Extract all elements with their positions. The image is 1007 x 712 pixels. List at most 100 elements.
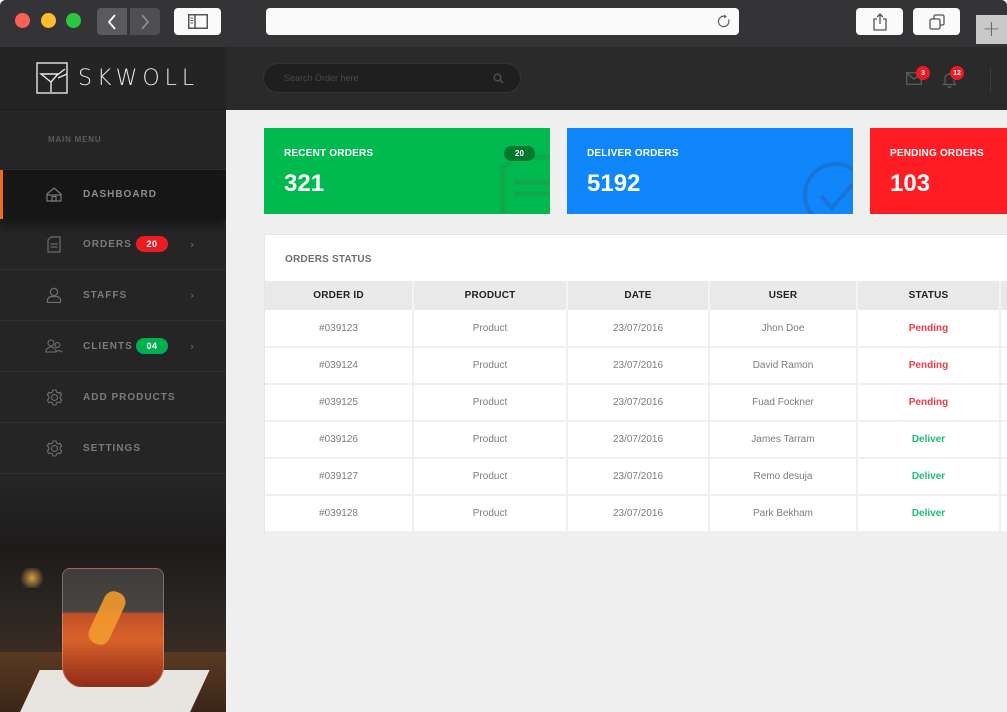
back-button[interactable] (97, 8, 127, 35)
maximize-window-button[interactable] (66, 13, 81, 28)
status-cell: Pending (857, 384, 1001, 422)
sidebar-item-label: CLIENTS (83, 340, 133, 352)
sidebar-item-orders[interactable]: ORDERS 20 › (0, 219, 226, 270)
product-cell: Product (413, 495, 568, 533)
product-cell: Product (413, 384, 568, 422)
recent-orders-card[interactable]: RECENT ORDERS 321 20 (264, 128, 550, 214)
mail-count-badge: 3 (916, 66, 930, 80)
product-cell: Product (413, 421, 568, 459)
sidebar-item-label: ORDERS (83, 238, 132, 250)
orders-table: ORDER ID PRODUCT DATE USER STATUS #03912… (265, 281, 1007, 533)
sidebar-item-add-products[interactable]: ADD PRODUCTS (0, 372, 226, 423)
minimize-window-button[interactable] (41, 13, 56, 28)
status-cell: Deliver (857, 495, 1001, 533)
extra-cell (1000, 347, 1007, 385)
extra-cell (1000, 310, 1007, 348)
status-cell: Pending (857, 310, 1001, 348)
card-title: PENDING ORDERS (890, 148, 984, 159)
card-value: 103 (890, 170, 931, 197)
top-bar: 3 12 (226, 47, 1007, 110)
search-bar[interactable] (263, 63, 521, 93)
user-cell: Jhon Doe (709, 310, 858, 348)
order-id-cell: #039125 (265, 384, 414, 422)
document-icon (45, 235, 63, 253)
column-header-date[interactable]: DATE (567, 281, 710, 310)
cocktail-logo-icon (36, 62, 68, 94)
share-button[interactable] (856, 8, 903, 35)
user-cell: Park Bekham (709, 495, 858, 533)
topbar-divider (990, 67, 991, 93)
user-cell: James Tarram (709, 421, 858, 459)
reload-icon[interactable] (717, 14, 731, 29)
sidebar-item-dashboard[interactable]: DASHBOARD (0, 170, 226, 219)
browser-window: + SKWOLL MAIN MENU DASHBOARD ORDERS 20 ›… (0, 0, 1007, 712)
date-cell: 23/07/2016 (567, 347, 710, 385)
user-icon (45, 286, 63, 304)
product-cell: Product (413, 310, 568, 348)
order-id-cell: #039128 (265, 495, 414, 533)
brand-name: SKWOLL (78, 65, 200, 91)
card-value: 5192 (587, 170, 641, 197)
forward-button[interactable] (130, 8, 160, 35)
panel-title: ORDERS STATUS (285, 254, 372, 265)
deliver-orders-card[interactable]: DELIVER ORDERS 5192 (567, 128, 853, 214)
show-tabs-button[interactable] (913, 8, 960, 35)
sidebar-item-label: ADD PRODUCTS (83, 391, 176, 403)
orders-status-panel: ORDERS STATUS ORDER ID PRODUCT DATE USER… (264, 234, 1007, 533)
extra-cell (1000, 384, 1007, 422)
sidebar-icon (187, 14, 208, 29)
sidebar-item-staffs[interactable]: STAFFS › (0, 270, 226, 321)
product-cell: Product (413, 347, 568, 385)
pending-orders-card[interactable]: PENDING ORDERS 103 (870, 128, 1007, 214)
main-menu-heading: MAIN MENU (0, 110, 226, 170)
order-id-cell: #039123 (265, 310, 414, 348)
date-cell: 23/07/2016 (567, 495, 710, 533)
bell-count-badge: 12 (950, 66, 964, 80)
status-cell: Deliver (857, 421, 1001, 459)
column-header-status[interactable]: STATUS (857, 281, 1001, 310)
user-cell: Fuad Fockner (709, 384, 858, 422)
brand-logo[interactable]: SKWOLL (0, 47, 226, 110)
photo-bokeh-light (18, 568, 46, 588)
clients-count-badge: 04 (136, 338, 168, 354)
sidebar-item-label: SETTINGS (83, 442, 142, 454)
column-header-order-id[interactable]: ORDER ID (265, 281, 414, 310)
share-icon (872, 12, 887, 31)
document-icon (500, 154, 550, 214)
extra-cell (1000, 421, 1007, 459)
sidebar-item-label: STAFFS (83, 289, 128, 301)
column-header-product[interactable]: PRODUCT (413, 281, 568, 310)
table-row[interactable]: #039125 Product 23/07/2016 Fuad Fockner Pend… (265, 384, 1007, 422)
address-bar[interactable] (266, 8, 739, 35)
tabs-icon (928, 13, 945, 30)
close-window-button[interactable] (15, 13, 30, 28)
status-cell: Deliver (857, 458, 1001, 496)
chevron-right-icon: › (190, 339, 195, 353)
gear-icon (45, 388, 63, 406)
column-header-user[interactable]: USER (709, 281, 858, 310)
new-tab-button[interactable]: + (976, 15, 1007, 44)
sidebar-item-clients[interactable]: CLIENTS 04 › (0, 321, 226, 372)
check-circle-icon (803, 162, 853, 214)
chevron-left-icon (107, 13, 116, 30)
extra-cell (1000, 458, 1007, 496)
browser-toolbar: + (0, 0, 1007, 47)
search-input[interactable] (284, 73, 484, 83)
table-row[interactable]: #039127 Product 23/07/2016 Remo desuja Deliv… (265, 458, 1007, 496)
date-cell: 23/07/2016 (567, 384, 710, 422)
order-id-cell: #039124 (265, 347, 414, 385)
table-row[interactable]: #039126 Product 23/07/2016 James Tarram Deli… (265, 421, 1007, 459)
sidebar-toggle-button[interactable] (174, 8, 221, 35)
table-row[interactable]: #039124 Product 23/07/2016 David Ramon Pendi… (265, 347, 1007, 385)
card-title: DELIVER ORDERS (587, 148, 679, 159)
table-row[interactable]: #039123 Product 23/07/2016 Jhon Doe Pending (265, 310, 1007, 348)
sidebar: SKWOLL MAIN MENU DASHBOARD ORDERS 20 › S… (0, 47, 226, 712)
date-cell: 23/07/2016 (567, 421, 710, 459)
search-icon[interactable] (493, 73, 504, 84)
card-badge: 20 (504, 146, 535, 161)
sidebar-item-label: DASHBOARD (83, 189, 157, 200)
sidebar-item-settings[interactable]: SETTINGS (0, 423, 226, 474)
chevron-right-icon: › (190, 237, 195, 251)
gear-icon (45, 439, 63, 457)
table-row[interactable]: #039128 Product 23/07/2016 Park Bekham Deliv… (265, 495, 1007, 533)
